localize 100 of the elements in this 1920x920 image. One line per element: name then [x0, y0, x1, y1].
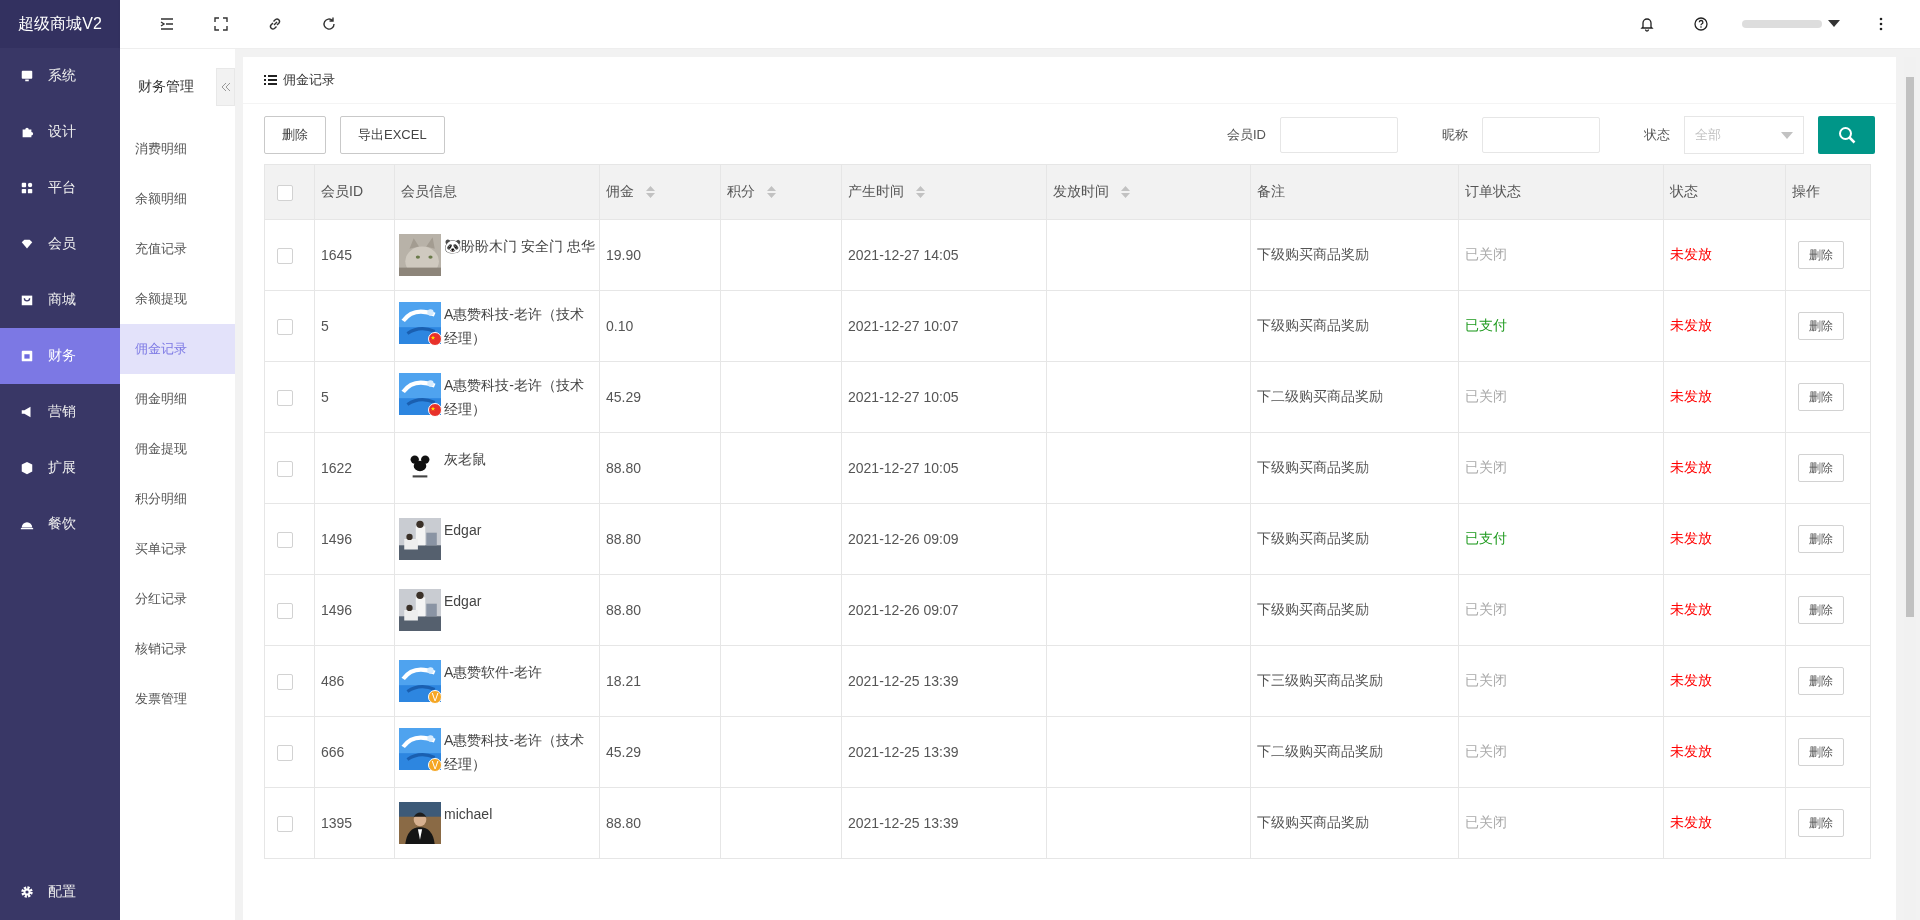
row-checkbox[interactable] [277, 247, 293, 264]
status-cell: 未发放 [1663, 503, 1786, 575]
delete-button[interactable]: 删除 [1798, 809, 1844, 837]
sort-icon[interactable] [766, 186, 776, 199]
sort-icon[interactable] [645, 186, 655, 199]
table-cell: 2021-12-27 10:07 [841, 290, 1047, 362]
nav-item[interactable]: 平台 [0, 160, 120, 216]
search-button[interactable] [1818, 116, 1875, 154]
table-cell: 88.80 [599, 432, 721, 504]
column-header[interactable]: 佣金 [599, 164, 721, 220]
submenu-item[interactable]: 消费明细 [120, 124, 235, 174]
member-name: Edgar [444, 593, 482, 609]
help-icon[interactable] [1693, 16, 1709, 32]
collapse-button[interactable] [216, 67, 235, 106]
fullscreen-icon[interactable] [213, 16, 229, 32]
nav-item[interactable]: 系统 [0, 48, 120, 104]
nav-item[interactable]: 配置 [0, 864, 120, 920]
table-cell: 2021-12-26 09:09 [841, 503, 1047, 575]
row-checkbox[interactable] [277, 389, 293, 406]
sort-icon[interactable] [1120, 186, 1130, 199]
delete-button[interactable]: 删除 [1798, 241, 1844, 269]
delete-button[interactable]: 删除 [1798, 525, 1844, 553]
column-header[interactable]: 积分 [720, 164, 842, 220]
submenu-item[interactable]: 佣金明细 [120, 374, 235, 424]
table-cell: 下三级购买商品奖励 [1250, 645, 1459, 717]
search-icon [1837, 126, 1856, 144]
nav-item[interactable]: 扩展 [0, 440, 120, 496]
column-header[interactable]: 产生时间 [841, 164, 1047, 220]
sort-icon[interactable] [915, 186, 925, 199]
table-cell: 0.10 [599, 290, 721, 362]
order-status-cell: 已关闭 [1458, 645, 1664, 717]
submenu-item[interactable]: 买单记录 [120, 524, 235, 574]
row-checkbox[interactable] [277, 318, 293, 335]
member-name: A惠赞科技-老许（技术经理） [444, 306, 584, 346]
nav-item[interactable]: 财务 [0, 328, 120, 384]
submenu-item[interactable]: 余额提现 [120, 274, 235, 324]
member-name: 灰老鼠 [444, 451, 486, 467]
table-cell: 45.29 [599, 716, 721, 788]
nav-item[interactable]: 商城 [0, 272, 120, 328]
delete-button[interactable]: 删除 [1798, 312, 1844, 340]
submenu-item[interactable]: 发票管理 [120, 674, 235, 724]
filter-input[interactable] [1280, 117, 1398, 153]
column-header: 操作 [1785, 164, 1871, 220]
table-cell: 1622 [314, 432, 395, 504]
nav-item[interactable]: 营销 [0, 384, 120, 440]
order-status-cell: 已支付 [1458, 503, 1664, 575]
row-checkbox[interactable] [277, 673, 293, 690]
delete-button[interactable]: 删除 [1798, 454, 1844, 482]
delete-button[interactable]: 删除 [1798, 667, 1844, 695]
nav-item[interactable]: 会员 [0, 216, 120, 272]
row-checkbox[interactable] [277, 815, 293, 832]
list-icon [264, 74, 277, 86]
row-checkbox[interactable] [277, 602, 293, 619]
select-all-checkbox[interactable] [277, 184, 293, 201]
user-menu[interactable] [1742, 17, 1840, 31]
table-cell: 下二级购买商品奖励 [1250, 361, 1459, 433]
double-chevron-icon [220, 81, 231, 92]
row-checkbox[interactable] [277, 744, 293, 761]
card-title: 佣金记录 [283, 71, 335, 89]
submenu-item[interactable]: 核销记录 [120, 624, 235, 674]
toolbar-button[interactable]: 导出EXCEL [340, 116, 445, 154]
column-header[interactable]: 发放时间 [1046, 164, 1251, 220]
row-checkbox[interactable] [277, 460, 293, 477]
order-status-cell: 已支付 [1458, 290, 1664, 362]
filter-input[interactable] [1482, 117, 1600, 153]
filter-label: 昵称 [1442, 126, 1468, 144]
grid-icon [20, 181, 34, 195]
delete-button[interactable]: 删除 [1798, 738, 1844, 766]
nav-item[interactable]: 设计 [0, 104, 120, 160]
cube-icon [20, 461, 34, 475]
toolbar-button[interactable]: 删除 [264, 116, 326, 154]
order-status-cell: 已关闭 [1458, 787, 1664, 859]
gem-icon [20, 237, 34, 251]
link-icon[interactable] [267, 16, 283, 32]
bell-icon[interactable] [1639, 16, 1655, 32]
submenu-item[interactable]: 充值记录 [120, 224, 235, 274]
table-cell: 2021-12-25 13:39 [841, 645, 1047, 717]
app-title: 超级商城V2 [0, 0, 120, 48]
row-checkbox[interactable] [277, 531, 293, 548]
menu-icon[interactable] [159, 16, 175, 32]
column-header: 会员信息 [394, 164, 600, 220]
submenu-item[interactable]: 积分明细 [120, 474, 235, 524]
table-cell: 5 [314, 361, 395, 433]
table-cell: 88.80 [599, 503, 721, 575]
order-status-cell: 已关闭 [1458, 219, 1664, 291]
submenu-item[interactable]: 余额明细 [120, 174, 235, 224]
nav-item[interactable]: 餐饮 [0, 496, 120, 552]
table-cell: 486 [314, 645, 395, 717]
caret-icon [1781, 131, 1793, 139]
submenu-item[interactable]: 佣金提现 [120, 424, 235, 474]
order-status-cell: 已关闭 [1458, 574, 1664, 646]
submenu-item[interactable]: 分红记录 [120, 574, 235, 624]
delete-button[interactable]: 删除 [1798, 383, 1844, 411]
table-cell: 下级购买商品奖励 [1250, 219, 1459, 291]
delete-button[interactable]: 删除 [1798, 596, 1844, 624]
refresh-icon[interactable] [321, 16, 337, 32]
column-header: 状态 [1663, 164, 1786, 220]
table-cell: 1496 [314, 503, 395, 575]
member-name: A惠赞科技-老许（技术经理） [444, 732, 584, 772]
megaphone-icon [20, 405, 34, 419]
